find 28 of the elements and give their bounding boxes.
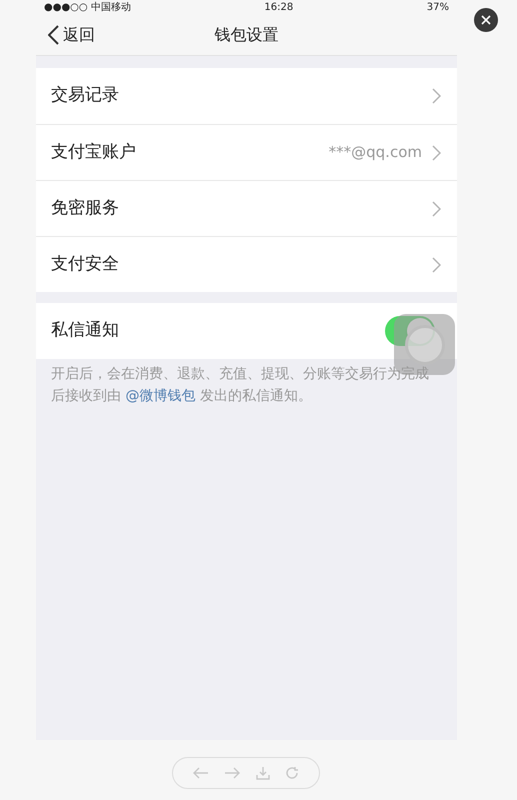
chevron-right-icon (432, 144, 441, 160)
download-icon[interactable] (256, 766, 270, 780)
refresh-icon[interactable] (285, 766, 300, 780)
menu-label: 支付安全 (51, 252, 119, 276)
forward-arrow-icon[interactable] (224, 767, 240, 779)
menu-label: 免密服务 (51, 196, 119, 220)
page-title: 钱包设置 (214, 24, 278, 46)
chevron-left-icon (48, 24, 59, 44)
notification-note: 开启后，会在消费、退款、充值、提现、分账等交易行为完成后接收到由 @微博钱包 发出的私信通知。 (50, 365, 430, 406)
back-arrow-icon[interactable] (192, 767, 209, 779)
chevron-right-icon (432, 200, 441, 216)
carrier-text: ●●●○○ 中国移动 (44, 0, 131, 14)
menu-row[interactable]: 免密服务 (36, 180, 457, 236)
menu-row[interactable]: 支付安全 (36, 236, 457, 292)
menu-row[interactable]: 交易记录 (36, 68, 457, 124)
menu-label: 支付宝账户 (51, 140, 136, 164)
close-button[interactable] (474, 8, 498, 32)
chevron-right-icon (432, 88, 441, 104)
close-icon (481, 15, 491, 25)
back-button[interactable]: 返回 (48, 22, 95, 46)
clock-text: 16:28 (264, 0, 294, 14)
wallet-link[interactable]: @微博钱包 (125, 388, 196, 404)
chevron-right-icon (432, 256, 441, 272)
battery-text: 37% (426, 0, 449, 14)
account-value: ***@qq.com (328, 142, 422, 164)
notification-label: 私信通知 (51, 319, 119, 342)
menu-label: 交易记录 (51, 84, 119, 108)
menu-row[interactable]: 支付宝账户 ***@qq.com (36, 124, 457, 180)
